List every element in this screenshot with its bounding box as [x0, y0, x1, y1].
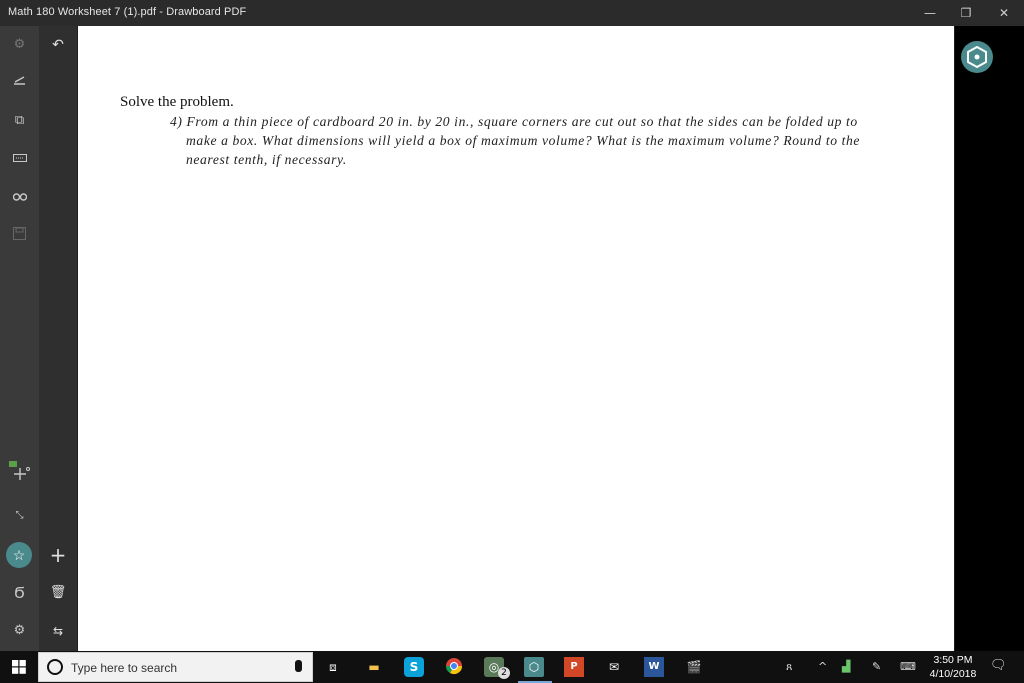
clock-time: 3:50 PM — [933, 654, 973, 666]
keyboard-icon[interactable] — [0, 144, 39, 174]
pen-icon[interactable] — [0, 68, 39, 98]
tray-chevron-icon[interactable]: ^ — [818, 660, 827, 673]
restore-button[interactable]: ❐ — [946, 0, 986, 26]
section-heading: Solve the problem. — [120, 94, 234, 110]
notification-icon[interactable]: 🗨 — [990, 658, 1007, 673]
skype-icon[interactable]: S — [404, 657, 424, 677]
swap-icon[interactable]: ⇆ — [39, 616, 77, 646]
ruler-add-icon[interactable] — [0, 460, 39, 490]
window-title: Math 180 Worksheet 7 (1).pdf - Drawboard… — [8, 6, 247, 18]
photos-badge: 2 — [498, 667, 510, 679]
problem-4: 4) From a thin piece of cardboard 20 in.… — [170, 112, 890, 169]
touch-keyboard-icon[interactable]: ⌨ — [900, 660, 916, 673]
search-placeholder: Type here to search — [71, 661, 178, 675]
word-icon[interactable]: W — [644, 657, 664, 677]
network-icon[interactable]: ▟ — [842, 660, 850, 673]
minimize-button[interactable]: — — [910, 0, 950, 26]
people-icon[interactable]: ጸ — [786, 660, 792, 674]
trash-icon[interactable]: 🗑 — [39, 578, 77, 608]
left-toolbar: ⚙ ⧉ ⤡ ☆ Ϭ ⚙ — [0, 26, 39, 651]
save-icon[interactable] — [0, 222, 39, 252]
microphone-icon[interactable] — [295, 660, 302, 672]
copy-icon[interactable]: ⧉ — [0, 106, 39, 136]
pdf-page[interactable]: Solve the problem. 4) From a thin piece … — [78, 26, 954, 651]
binoculars-icon[interactable] — [0, 183, 39, 213]
task-view-icon[interactable]: ⧈ — [323, 657, 343, 677]
windows-start-icon[interactable] — [0, 651, 38, 683]
chrome-icon[interactable] — [444, 657, 464, 677]
undo-icon[interactable]: ↶ — [39, 30, 77, 60]
taskbar-search[interactable]: Type here to search — [38, 652, 313, 682]
movies-icon[interactable]: 🎬 — [684, 657, 704, 677]
gear-icon[interactable]: ⚙ — [0, 616, 39, 646]
drawboard-taskbar-icon[interactable]: ⬡ — [524, 657, 544, 677]
settings-icon[interactable]: ⚙ — [0, 30, 39, 60]
close-button[interactable]: ✕ — [984, 0, 1024, 26]
problem-number: 4) — [170, 114, 183, 129]
file-explorer-icon[interactable]: ▬ — [364, 657, 384, 677]
system-clock[interactable]: 3:50 PM 4/10/2018 — [920, 653, 986, 681]
drawboard-hex-icon[interactable] — [961, 41, 993, 73]
cortana-icon — [47, 659, 63, 675]
powerpoint-icon[interactable]: P — [564, 657, 584, 677]
taskbar: Type here to search ⧈ ▬ S ◎ 2 ⬡ P ✉ W 🎬 … — [0, 651, 1024, 683]
add-icon[interactable]: + — [39, 540, 77, 570]
favorite-star-icon[interactable]: ☆ — [6, 542, 32, 568]
undo-ink-icon[interactable]: Ϭ — [0, 578, 39, 608]
left-toolbar-secondary: ↶ + 🗑 ⇆ — [39, 26, 77, 651]
expand-icon[interactable]: ⤡ — [0, 501, 39, 531]
mail-icon[interactable]: ✉ — [604, 657, 624, 677]
problem-text: From a thin piece of cardboard 20 in. by… — [186, 114, 861, 167]
right-panel — [955, 26, 1024, 651]
title-bar: Math 180 Worksheet 7 (1).pdf - Drawboard… — [0, 0, 1024, 26]
clock-date: 4/10/2018 — [929, 668, 977, 680]
pen-tray-icon[interactable]: ✎ — [872, 660, 881, 673]
